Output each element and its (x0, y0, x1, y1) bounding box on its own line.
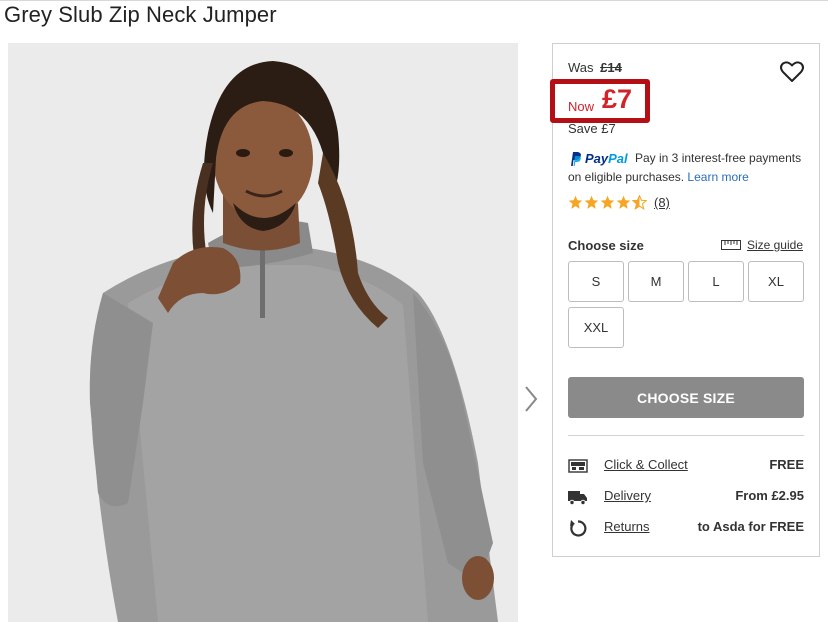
paypal-icon (571, 151, 581, 166)
save-amount: Save £7 (568, 121, 616, 136)
service-returns: Returns to Asda for FREE (568, 518, 804, 538)
paypal-logo-pal: Pal (608, 150, 628, 166)
star-half-icon (632, 195, 647, 210)
size-option-m[interactable]: M (628, 261, 684, 302)
model-illustration (8, 43, 518, 622)
product-title: Grey Slub Zip Neck Jumper (4, 2, 277, 27)
size-option-l[interactable]: L (688, 261, 744, 302)
service-click-collect: Click & Collect FREE (568, 456, 804, 476)
returns-value: to Asda for FREE (697, 519, 804, 534)
rating-stars[interactable]: (8) (568, 195, 670, 210)
choose-size-label: Choose size (568, 238, 644, 253)
paypal-logo-pay: Pay (585, 150, 609, 166)
carousel-next-button[interactable] (520, 384, 542, 414)
click-collect-link[interactable]: Click & Collect (604, 457, 688, 472)
size-option-xxl[interactable]: XXL (568, 307, 624, 348)
size-guide-label: Size guide (746, 238, 803, 252)
service-delivery: Delivery From £2.95 (568, 487, 804, 507)
store-icon (568, 459, 588, 473)
wishlist-button[interactable] (779, 60, 805, 84)
review-count-link[interactable]: (8) (654, 195, 670, 210)
paypal-message: PayPal Pay in 3 interest-free payments o… (568, 149, 813, 186)
star-full-icon (600, 195, 615, 209)
product-image (8, 43, 518, 622)
ruler-icon (720, 240, 741, 250)
size-option-xl[interactable]: XL (748, 261, 804, 302)
heart-icon (780, 61, 804, 82)
star-full-icon (568, 195, 583, 209)
panel-divider (568, 435, 804, 436)
truck-icon (568, 491, 587, 506)
returns-link[interactable]: Returns (604, 519, 650, 534)
paypal-logo: PayPal (568, 150, 628, 168)
choose-size-button[interactable]: CHOOSE SIZE (568, 377, 804, 418)
product-info-panel: Was £14 Now £7 Save £7 PayPal Pay in 3 i… (550, 43, 820, 557)
was-price: Was £14 (568, 60, 622, 75)
now-label: Now (568, 99, 595, 114)
now-value: £7 (602, 84, 633, 114)
size-option-s[interactable]: S (568, 261, 624, 302)
now-price-highlight: Now £7 (550, 79, 650, 123)
was-label: Was (568, 60, 594, 75)
size-guide-link[interactable]: Size guide (720, 238, 803, 252)
was-value: £14 (600, 60, 622, 75)
click-collect-value: FREE (769, 457, 804, 472)
chevron-right-icon (525, 386, 538, 412)
star-full-icon (616, 195, 631, 209)
delivery-link[interactable]: Delivery (604, 488, 651, 503)
paypal-learn-more-link[interactable]: Learn more (687, 170, 748, 184)
return-icon (570, 520, 587, 537)
star-full-icon (584, 195, 599, 209)
top-divider (0, 0, 828, 1)
delivery-value: From £2.95 (735, 488, 804, 503)
